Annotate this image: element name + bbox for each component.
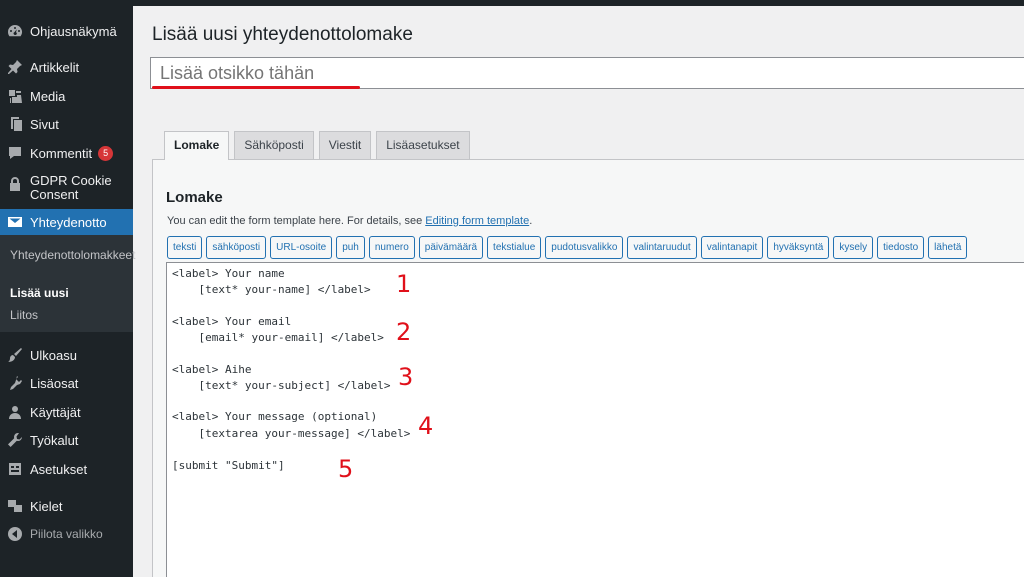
sidebar-item-label: Ohjausnäkymä	[30, 23, 117, 39]
tag-button-tel[interactable]: puh	[336, 236, 365, 259]
users-icon	[7, 404, 23, 420]
code-line: [text* your-name] </label>	[172, 283, 371, 296]
tag-button-url[interactable]: URL-osoite	[270, 236, 333, 259]
help-text-end: .	[529, 215, 533, 227]
tag-button-radio[interactable]: valintanapit	[700, 236, 764, 259]
code-line: [textarea your-message] </label>	[172, 427, 411, 440]
annotation-number-3: 3	[398, 363, 414, 391]
code-line: [submit "Submit"]	[172, 459, 285, 472]
comment-icon	[7, 145, 23, 161]
tag-button-submit[interactable]: lähetä	[928, 236, 968, 259]
sidebar-item-posts[interactable]: Artikkelit	[0, 54, 133, 80]
editing-form-template-link[interactable]: Editing form template	[425, 215, 529, 227]
tab-form[interactable]: Lomake	[164, 131, 230, 160]
tag-button-checkboxes[interactable]: valintaruudut	[627, 236, 697, 259]
comment-count-badge: 5	[98, 145, 114, 161]
media-icon	[7, 88, 23, 104]
sidebar-item-label: Kielet	[30, 498, 63, 514]
sidebar-item-contact[interactable]: Yhteydenotto	[0, 209, 133, 235]
code-line: [email* your-email] </label>	[172, 331, 384, 344]
sidebar-item-label: Media	[30, 88, 66, 104]
sidebar-item-label: GDPR Cookie Consent	[30, 173, 112, 202]
submenu-item-integration[interactable]: Liitos	[10, 307, 128, 323]
sidebar-item-gdpr[interactable]: GDPR Cookie Consent	[0, 174, 133, 208]
tag-button-acceptance[interactable]: hyväksyntä	[767, 236, 830, 259]
highlight-underline	[152, 86, 360, 89]
submenu-item-add-new[interactable]: Lisää uusi	[10, 285, 128, 301]
sidebar-item-tools[interactable]: Työkalut	[0, 427, 133, 453]
admin-sidebar: Ohjausnäkymä Artikkelit Media Sivut Komm…	[0, 6, 135, 577]
code-line: [text* your-subject] </label>	[172, 379, 391, 392]
page-title: Lisää uusi yhteydenottolomake	[152, 24, 413, 45]
sidebar-item-label: Yhteydenotto	[30, 214, 107, 230]
annotation-number-2: 2	[396, 318, 412, 346]
sidebar-item-languages[interactable]: Kielet	[0, 493, 133, 519]
admin-top-bar	[0, 0, 1024, 6]
sidebar-item-label: Kommentit	[30, 145, 93, 161]
sidebar-item-settings[interactable]: Asetukset	[0, 456, 133, 482]
sidebar-item-label: Lisäosat	[30, 375, 79, 391]
pages-icon	[7, 116, 23, 132]
tab-additional-settings[interactable]: Lisäasetukset	[376, 131, 470, 159]
sidebar-item-comments[interactable]: Kommentit 5	[0, 140, 133, 166]
tag-button-quiz[interactable]: kysely	[833, 236, 874, 259]
brush-icon	[7, 347, 23, 363]
sidebar-item-appearance[interactable]: Ulkoasu	[0, 342, 133, 368]
form-title-input[interactable]	[150, 57, 1024, 89]
code-line: <label> Your email	[172, 315, 292, 328]
mail-icon	[7, 214, 23, 230]
collapse-icon	[7, 526, 23, 542]
contact-submenu: Yhteydenottolomakkeet Lisää uusi Liitos	[0, 235, 135, 332]
tag-generator-buttons: teksti sähköposti URL-osoite puh numero …	[167, 236, 968, 259]
tag-button-number[interactable]: numero	[368, 236, 415, 259]
section-title: Lomake	[166, 189, 223, 206]
sidebar-item-dashboard[interactable]: Ohjausnäkymä	[0, 18, 133, 44]
dashboard-icon	[7, 23, 23, 39]
sidebar-item-label: Sivut	[30, 116, 59, 132]
wrench-icon	[7, 432, 23, 448]
sidebar-item-label: Työkalut	[30, 432, 79, 448]
collapse-menu-button[interactable]: Piilota valikko	[0, 521, 133, 547]
help-text: You can edit the form template here. For…	[167, 215, 532, 227]
code-line: <label> Your name	[172, 267, 285, 280]
tag-button-textarea[interactable]: tekstialue	[487, 236, 542, 259]
sidebar-item-label: Piilota valikko	[30, 527, 103, 541]
editor-tabs: Lomake Sähköposti Viestit Lisäasetukset	[164, 131, 470, 160]
sidebar-item-label: Ulkoasu	[30, 347, 77, 363]
lock-icon	[7, 176, 23, 192]
code-line: <label> Aihe	[172, 363, 252, 376]
languages-icon	[7, 498, 23, 514]
tab-messages[interactable]: Viestit	[318, 131, 372, 159]
annotation-number-4: 4	[418, 412, 434, 440]
tag-button-dropdown[interactable]: pudotusvalikko	[545, 236, 624, 259]
help-text-body: You can edit the form template here. For…	[167, 215, 426, 227]
tag-button-date[interactable]: päivämäärä	[418, 236, 484, 259]
sidebar-item-label: Artikkelit	[30, 59, 80, 75]
sidebar-item-label: Käyttäjät	[30, 404, 81, 420]
submenu-item-forms[interactable]: Yhteydenottolomakkeet	[10, 247, 135, 263]
pin-icon	[7, 59, 23, 75]
sidebar-item-pages[interactable]: Sivut	[0, 111, 133, 137]
tab-email[interactable]: Sähköposti	[234, 131, 314, 159]
plugin-icon	[7, 375, 23, 391]
settings-icon	[7, 461, 23, 477]
sidebar-item-media[interactable]: Media	[0, 83, 133, 109]
annotation-number-5: 5	[338, 455, 354, 483]
annotation-number-1: 1	[396, 270, 412, 298]
tag-button-text[interactable]: teksti	[167, 236, 203, 259]
sidebar-item-plugins[interactable]: Lisäosat	[0, 370, 133, 396]
sidebar-item-users[interactable]: Käyttäjät	[0, 399, 133, 425]
tag-button-file[interactable]: tiedosto	[877, 236, 925, 259]
tag-button-email[interactable]: sähköposti	[206, 236, 267, 259]
sidebar-item-label: Asetukset	[30, 461, 88, 477]
code-line: <label> Your message (optional)	[172, 410, 378, 423]
